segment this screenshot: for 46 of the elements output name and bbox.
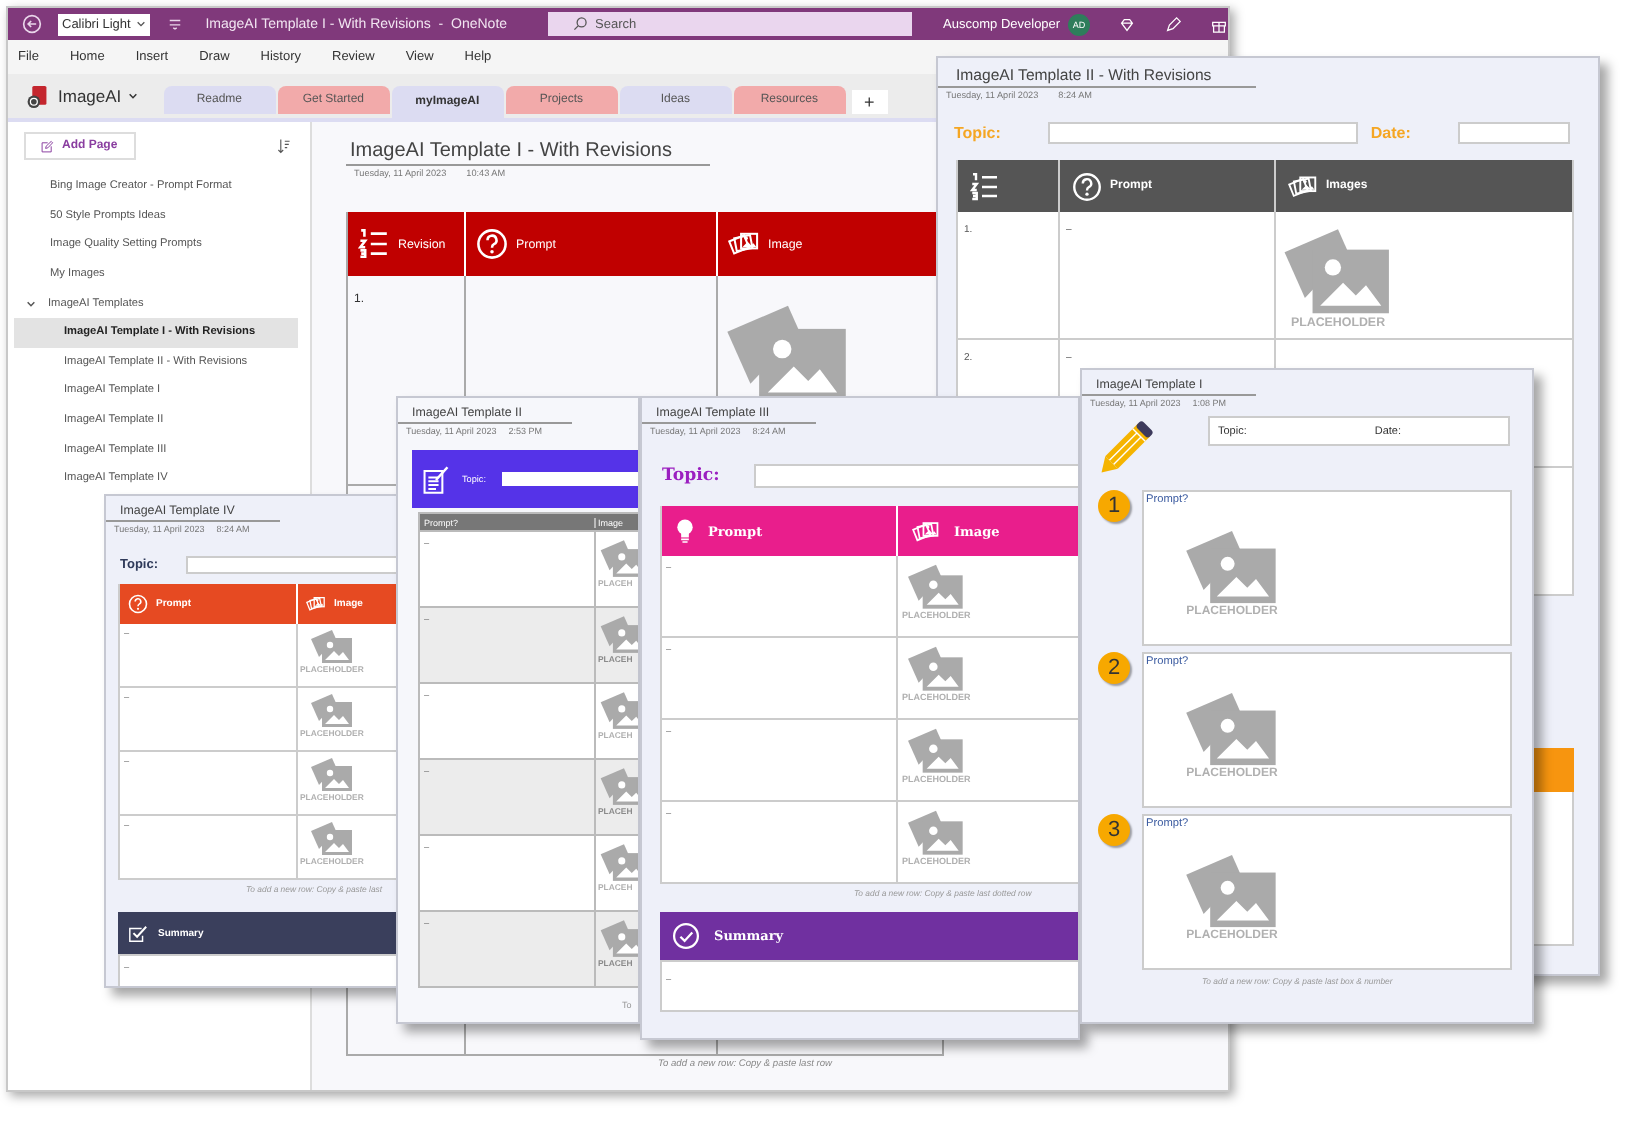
topic-field[interactable] bbox=[1048, 122, 1359, 144]
numbered-list-icon bbox=[358, 228, 390, 260]
step-number: 3 bbox=[1098, 814, 1130, 846]
question-icon bbox=[476, 228, 508, 260]
notebook-icon bbox=[26, 83, 48, 109]
edit-icon bbox=[40, 139, 54, 153]
placeholder-image-icon bbox=[906, 562, 967, 610]
topic-label: Topic: bbox=[954, 124, 1001, 142]
placeholder-image-icon bbox=[906, 644, 967, 692]
caret-icon bbox=[127, 92, 138, 100]
lightbulb-icon bbox=[676, 518, 694, 544]
checkbox-icon bbox=[128, 923, 148, 943]
topic-label: Topic: bbox=[662, 466, 720, 486]
check-circle-icon bbox=[672, 922, 700, 950]
date-field[interactable] bbox=[1458, 122, 1571, 144]
photos-icon bbox=[728, 228, 760, 260]
diamond-icon[interactable] bbox=[1118, 15, 1136, 33]
photos-icon bbox=[912, 517, 940, 545]
step-number: 1 bbox=[1098, 490, 1130, 522]
placeholder-image-icon bbox=[1184, 688, 1280, 768]
placeholder-image-icon bbox=[906, 808, 967, 856]
customize-toolbar-icon[interactable] bbox=[167, 18, 182, 30]
numbered-list-icon bbox=[970, 171, 1000, 201]
add-section-button[interactable]: + bbox=[851, 90, 888, 114]
placeholder-image-icon bbox=[1184, 850, 1280, 930]
chevron-icon[interactable] bbox=[26, 299, 36, 308]
date-label: Date: bbox=[1370, 124, 1411, 142]
photos-icon bbox=[1288, 171, 1318, 201]
question-icon bbox=[1072, 171, 1102, 201]
caret-icon bbox=[135, 20, 146, 28]
back-icon[interactable] bbox=[22, 14, 42, 34]
placeholder-image-icon bbox=[1282, 224, 1394, 316]
placeholder-image-icon bbox=[906, 726, 967, 774]
page-title: ImageAI Template I - With Revisions bbox=[346, 140, 710, 166]
sort-icon[interactable] bbox=[276, 138, 292, 154]
step-number: 2 bbox=[1098, 652, 1130, 684]
pen-icon[interactable] bbox=[1164, 15, 1182, 33]
photos-icon bbox=[306, 594, 326, 614]
topic-field[interactable] bbox=[753, 464, 1078, 488]
notebook-dropdown[interactable]: ImageAI bbox=[58, 86, 138, 106]
topic-field[interactable] bbox=[186, 556, 398, 574]
search-icon bbox=[571, 16, 588, 32]
placeholder-image-icon bbox=[1184, 526, 1280, 606]
topic-field[interactable] bbox=[502, 472, 638, 486]
note-icon bbox=[422, 463, 450, 495]
question-icon bbox=[128, 594, 148, 614]
